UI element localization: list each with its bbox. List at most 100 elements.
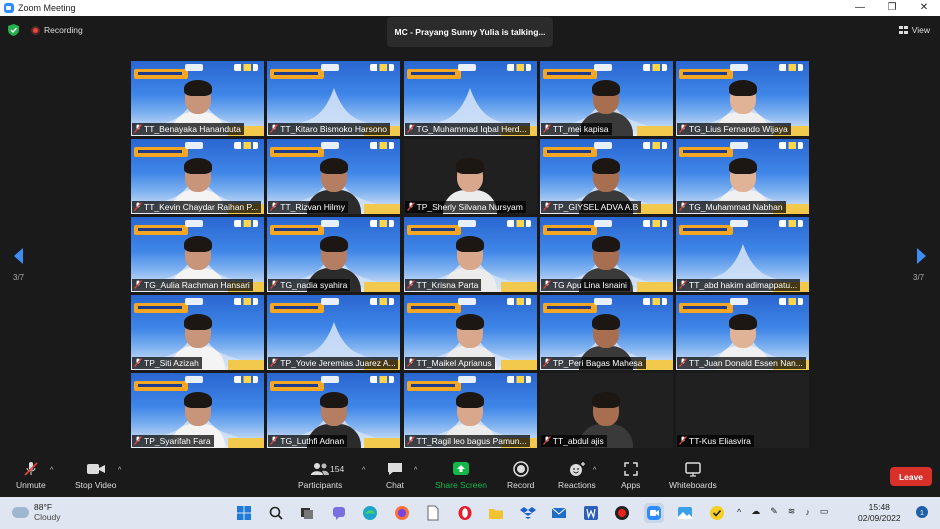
participant-tile[interactable]: TP_Peri Bagas Mahesa: [539, 295, 673, 370]
video-options-chevron-icon[interactable]: ^: [118, 467, 121, 474]
participant-tile[interactable]: TT_Ragil leo bagus Pamun...: [403, 373, 537, 448]
participant-tile[interactable]: TT-Kus Eliasvira: [676, 373, 809, 448]
participant-tile[interactable]: TP_Yovie Jeremias Juarez A...: [267, 295, 401, 370]
sponsor-logos-graphic: [234, 220, 258, 227]
participant-tile[interactable]: TG_nadia syahira: [267, 217, 401, 292]
chat-button[interactable]: Chat: [386, 461, 404, 490]
maximize-button[interactable]: ❐: [876, 0, 908, 16]
participant-tile[interactable]: TG Apu Lina Isnaini: [539, 217, 673, 292]
dropbox-icon[interactable]: [518, 503, 538, 523]
battery-icon[interactable]: ▭: [820, 506, 829, 517]
event-badge-graphic: [321, 64, 340, 71]
meeting-topbar: Recording MC - Prayang Sunny Yulia is ta…: [0, 16, 940, 47]
task-view-icon[interactable]: [297, 503, 317, 523]
norton-check-icon[interactable]: [707, 503, 727, 523]
minimize-button[interactable]: —: [844, 0, 876, 16]
word-icon[interactable]: [581, 503, 601, 523]
pen-icon[interactable]: ✎: [770, 506, 778, 517]
screen-recorder-icon[interactable]: [612, 503, 632, 523]
participant-tile[interactable]: TT_Kevin Chaydar Raihan P...: [131, 139, 264, 214]
participant-tile[interactable]: TP_Sherly Silvana Nursyam: [403, 139, 537, 214]
participant-name: TG Apu Lina Isnaini: [552, 279, 627, 290]
event-banner-graphic: [270, 303, 325, 313]
leave-button[interactable]: Leave: [890, 467, 932, 486]
participant-tile[interactable]: TG_Luthfi Adnan: [267, 373, 401, 448]
next-page-icon[interactable]: [914, 247, 928, 265]
whiteboards-button[interactable]: Whiteboards: [669, 461, 717, 490]
photos-icon[interactable]: [675, 503, 695, 523]
zoom-app-icon[interactable]: [643, 503, 664, 523]
participant-nameplate: TT_Benayaka Hananduta: [132, 122, 244, 135]
view-button[interactable]: View: [898, 25, 930, 35]
participant-tile[interactable]: TT_abd hakim adimappatu...: [676, 217, 809, 292]
participant-tile[interactable]: TG_Lius Fernando Wijaya: [676, 61, 809, 136]
participant-tile[interactable]: TT_Rizvan Hilmy: [267, 139, 401, 214]
taskbar-clock[interactable]: 15:48 02/09/2022: [858, 502, 901, 524]
participants-label: Participants: [298, 480, 343, 490]
participants-options-chevron-icon[interactable]: ^: [362, 467, 365, 474]
participant-tile[interactable]: TP_GIYSEL ADVA A.B: [539, 139, 673, 214]
reactions-options-chevron-icon[interactable]: ^: [593, 467, 596, 474]
record-button[interactable]: Record: [507, 461, 534, 490]
opera-browser-icon[interactable]: [455, 503, 475, 523]
sponsor-logos-graphic: [642, 64, 667, 71]
show-hidden-icons-chevron-icon[interactable]: ^: [737, 507, 741, 517]
participant-tile[interactable]: TG_Muhammad Nabhan: [676, 139, 809, 214]
participant-name: TT-Kus Eliasvira: [689, 435, 751, 446]
previous-page-icon[interactable]: [12, 247, 26, 265]
active-speaker-banner: MC - Prayang Sunny Yulia is talking...: [387, 17, 553, 47]
muted-mic-icon: [134, 124, 142, 133]
participant-name: TT_Juan Donald Essen Nan...: [689, 357, 803, 368]
system-tray: ^ ☁ ✎ ≋ ♪ ▭: [737, 506, 838, 517]
search-icon[interactable]: [266, 503, 286, 523]
volume-icon[interactable]: ♪: [805, 507, 810, 517]
chat-label: Chat: [386, 480, 404, 490]
unmute-button[interactable]: Unmute: [16, 461, 46, 490]
taskbar-app-icons: [234, 503, 738, 523]
participant-tile[interactable]: TT_Kitaro Bismoko Harsono: [267, 61, 401, 136]
muted-mic-icon: [679, 280, 687, 289]
sponsor-logos-graphic: [370, 142, 395, 149]
event-badge-graphic: [593, 142, 612, 149]
participant-tile[interactable]: TP_Syarifah Fara: [131, 373, 264, 448]
recording-indicator[interactable]: Recording: [31, 25, 83, 35]
muted-mic-icon: [270, 436, 279, 445]
wifi-icon[interactable]: ≋: [788, 506, 796, 517]
event-banner-graphic: [270, 69, 325, 79]
participants-icon: [311, 463, 330, 475]
weather-widget[interactable]: 88°F Cloudy: [12, 502, 60, 522]
close-button[interactable]: ✕: [908, 0, 940, 16]
participant-tile[interactable]: TT_Juan Donald Essen Nan...: [676, 295, 809, 370]
stop-video-button[interactable]: Stop Video: [75, 461, 116, 490]
participant-tile[interactable]: TT_Krisna Parta: [403, 217, 537, 292]
participant-nameplate: TT_abdul ajis: [540, 434, 607, 447]
participant-tile[interactable]: TG_Muhammad Iqbal Herd...: [403, 61, 537, 136]
notification-badge[interactable]: 1: [916, 506, 928, 518]
participant-tile[interactable]: TT_Benayaka Hananduta: [131, 61, 264, 136]
participant-tile[interactable]: TG_Aulia Rachman Hansari: [131, 217, 264, 292]
edge-browser-icon[interactable]: [360, 503, 380, 523]
participant-tile[interactable]: TP_Siti Azizah: [131, 295, 264, 370]
participant-name: TP_GIYSEL ADVA A.B: [552, 201, 639, 212]
firefox-browser-icon[interactable]: [392, 503, 412, 523]
file-document-icon[interactable]: [423, 503, 443, 523]
chat-options-chevron-icon[interactable]: ^: [414, 467, 417, 474]
file-explorer-icon[interactable]: [486, 503, 506, 523]
sponsor-logos-graphic: [234, 64, 258, 71]
participant-name: TP_Sherly Silvana Nursyam: [416, 201, 523, 212]
reactions-button[interactable]: Reactions: [558, 461, 596, 490]
whiteboard-icon: [685, 462, 701, 477]
share-screen-button[interactable]: Share Screen: [435, 461, 487, 490]
participant-tile[interactable]: TT_abdul ajis: [539, 373, 673, 448]
apps-button[interactable]: Apps: [621, 461, 640, 490]
audio-options-chevron-icon[interactable]: ^: [50, 467, 53, 474]
teams-chat-icon[interactable]: [329, 503, 349, 523]
unmute-label: Unmute: [16, 480, 46, 490]
windows-start-icon[interactable]: [234, 503, 254, 523]
onedrive-cloud-icon[interactable]: ☁: [751, 506, 760, 517]
participant-tile[interactable]: TT_Maikel Aprianus: [403, 295, 537, 370]
grid-view-icon: [898, 26, 908, 34]
participant-tile[interactable]: TT_mei kapisa: [539, 61, 673, 136]
security-shield-icon[interactable]: [8, 24, 19, 36]
mail-icon[interactable]: [549, 503, 569, 523]
